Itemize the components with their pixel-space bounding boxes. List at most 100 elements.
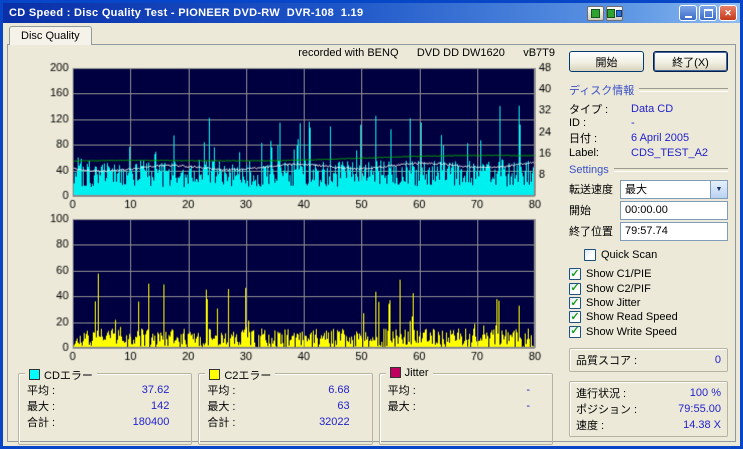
titlebar[interactable]: CD Speed : Disc Quality Test - PIONEER D…: [3, 3, 740, 23]
minimize-icon: [684, 15, 692, 18]
show-c1-pie-label: Show C1/PIE: [586, 268, 652, 281]
total-label: 合計 :: [27, 416, 56, 429]
show-jitter-checkbox[interactable]: ✓: [569, 296, 581, 310]
tab-label: Disc Quality: [21, 30, 80, 42]
jitter-legend-title-text: Jitter: [404, 366, 429, 379]
check-icon: ✓: [570, 296, 580, 309]
progress-value: 100 %: [689, 387, 721, 400]
show-read-speed-row: ✓ Show Read Speed: [569, 310, 728, 324]
green-window-icon[interactable]: [587, 5, 604, 21]
average-label: 平均 :: [387, 384, 416, 397]
progress-box: 進行状況 : 100 % ポジション : 79:55.00 速度 : 14.38…: [569, 381, 728, 438]
disc-id-label: ID :: [569, 117, 587, 130]
tab-disc-quality[interactable]: Disc Quality: [9, 26, 92, 45]
show-c1-pie-row: ✓ Show C1/PIE: [569, 267, 728, 281]
disc-label-label: Label:: [569, 146, 599, 159]
max-value: -: [526, 399, 530, 412]
speed-label: 速度 :: [576, 420, 605, 433]
disc-label-value: CDS_TEST_A2: [631, 146, 709, 159]
disc-type-label: タイプ :: [569, 103, 609, 116]
average-value: 37.62: [141, 383, 170, 396]
c1-max-row: 最大 : 142: [25, 398, 185, 414]
c2-legend-title: C2エラー: [205, 366, 276, 383]
maximize-icon: [703, 8, 713, 18]
show-c2-pif-label: Show C2/PIF: [586, 282, 651, 295]
jitter-color-swatch: [389, 367, 401, 379]
check-icon: ✓: [570, 325, 580, 338]
transfer-rate-select[interactable]: 最大 ▼: [620, 179, 728, 199]
control-sidebar: 開始 終了(X) ディスク情報 タイプ : Data CD ID : - 日付 …: [561, 45, 735, 441]
window-title: CD Speed : Disc Quality Test - PIONEER D…: [9, 7, 364, 19]
c1-error-chart: [10, 61, 561, 213]
show-c1-pie-checkbox[interactable]: ✓: [569, 268, 581, 281]
disc-info-heading: ディスク情報: [569, 82, 728, 98]
average-label: 平均 :: [27, 384, 56, 397]
quick-scan-checkbox[interactable]: ✓: [584, 249, 596, 262]
c2-error-chart: [10, 212, 561, 364]
minimize-button[interactable]: [679, 5, 697, 21]
c2-max-row: 最大 : 63: [205, 398, 365, 414]
max-value: 63: [337, 399, 350, 412]
disc-id-value: -: [631, 117, 635, 130]
show-read-speed-checkbox[interactable]: ✓: [569, 310, 581, 324]
jitter-max-row: 最大 : -: [386, 398, 546, 414]
quality-score-value: 0: [714, 354, 721, 367]
disc-date-row: 日付 : 6 April 2005: [569, 130, 728, 145]
average-value: 6.68: [328, 383, 350, 396]
check-icon: ✓: [570, 282, 580, 295]
tabstrip: Disc Quality: [7, 26, 736, 45]
end-position-input[interactable]: 79:57.74: [620, 221, 728, 241]
close-button[interactable]: ✕: [719, 5, 737, 21]
c1-legend-title: CDエラー: [25, 366, 97, 383]
check-icon: ✓: [570, 310, 580, 323]
show-write-speed-label: Show Write Speed: [586, 325, 677, 338]
chevron-down-icon[interactable]: ▼: [710, 180, 727, 198]
app-window: CD Speed : Disc Quality Test - PIONEER D…: [0, 0, 743, 449]
c2-average-row: 平均 : 6.68: [205, 382, 365, 398]
end-position-value: 79:57.74: [625, 225, 668, 238]
start-position-label: 開始: [569, 205, 591, 218]
start-button[interactable]: 開始: [569, 51, 644, 72]
position-label: ポジション :: [576, 404, 638, 417]
disc-type-value: Data CD: [631, 102, 674, 115]
max-label: 最大 :: [207, 400, 236, 413]
green-blue-window-icon[interactable]: [606, 5, 623, 21]
show-write-speed-row: ✓ Show Write Speed: [569, 325, 728, 339]
quality-score-row: 品質スコア : 0: [576, 352, 721, 368]
position-value: 79:55.00: [678, 403, 721, 416]
jitter-average-row: 平均 : -: [386, 382, 546, 398]
total-label: 合計 :: [207, 416, 236, 429]
jitter-legend: Jitter 平均 : - 最大 : -: [378, 366, 553, 445]
start-position-value: 00:00.00: [625, 204, 668, 217]
settings-heading: Settings: [569, 164, 728, 176]
legend-row: CDエラー 平均 : 37.62 最大 : 142 合計 : 180400 C2…: [18, 366, 553, 445]
maximize-button[interactable]: [699, 5, 717, 21]
c2-total-row: 合計 : 32022: [205, 414, 365, 430]
max-label: 最大 :: [27, 400, 56, 413]
action-buttons: 開始 終了(X): [569, 51, 728, 72]
settings-heading-text: Settings: [569, 163, 609, 176]
end-position-row: 終了位置 79:57.74: [569, 221, 728, 242]
titlebar-extra-icons: [587, 5, 623, 21]
window-controls: ✕: [679, 5, 737, 21]
c1-legend-title-text: CDエラー: [44, 369, 93, 382]
recorded-with-label: recorded with BENQ DVD DD DW1620 vB7T9: [298, 47, 555, 59]
max-value: 142: [150, 399, 170, 412]
position-row: ポジション : 79:55.00: [576, 401, 721, 417]
quick-scan-row: ✓ Quick Scan: [584, 248, 728, 262]
c1-average-row: 平均 : 37.62: [25, 382, 185, 398]
exit-button[interactable]: 終了(X): [653, 51, 728, 72]
show-c2-pif-row: ✓ Show C2/PIF: [569, 282, 728, 296]
speed-value: 14.38 X: [683, 419, 721, 432]
transfer-rate-value: 最大: [625, 184, 647, 197]
disc-date-value: 6 April 2005: [631, 131, 690, 144]
show-c2-pif-checkbox[interactable]: ✓: [569, 282, 581, 295]
show-write-speed-checkbox[interactable]: ✓: [569, 325, 581, 338]
disc-id-row: ID : -: [569, 116, 728, 130]
average-value: -: [526, 383, 530, 396]
c1-color-swatch: [29, 369, 40, 381]
c1-error-legend: CDエラー 平均 : 37.62 最大 : 142 合計 : 180400: [18, 366, 193, 445]
disc-info-heading-text: ディスク情報: [569, 85, 635, 97]
disc-date-label: 日付 :: [569, 132, 598, 145]
start-position-input[interactable]: 00:00.00: [620, 200, 728, 220]
